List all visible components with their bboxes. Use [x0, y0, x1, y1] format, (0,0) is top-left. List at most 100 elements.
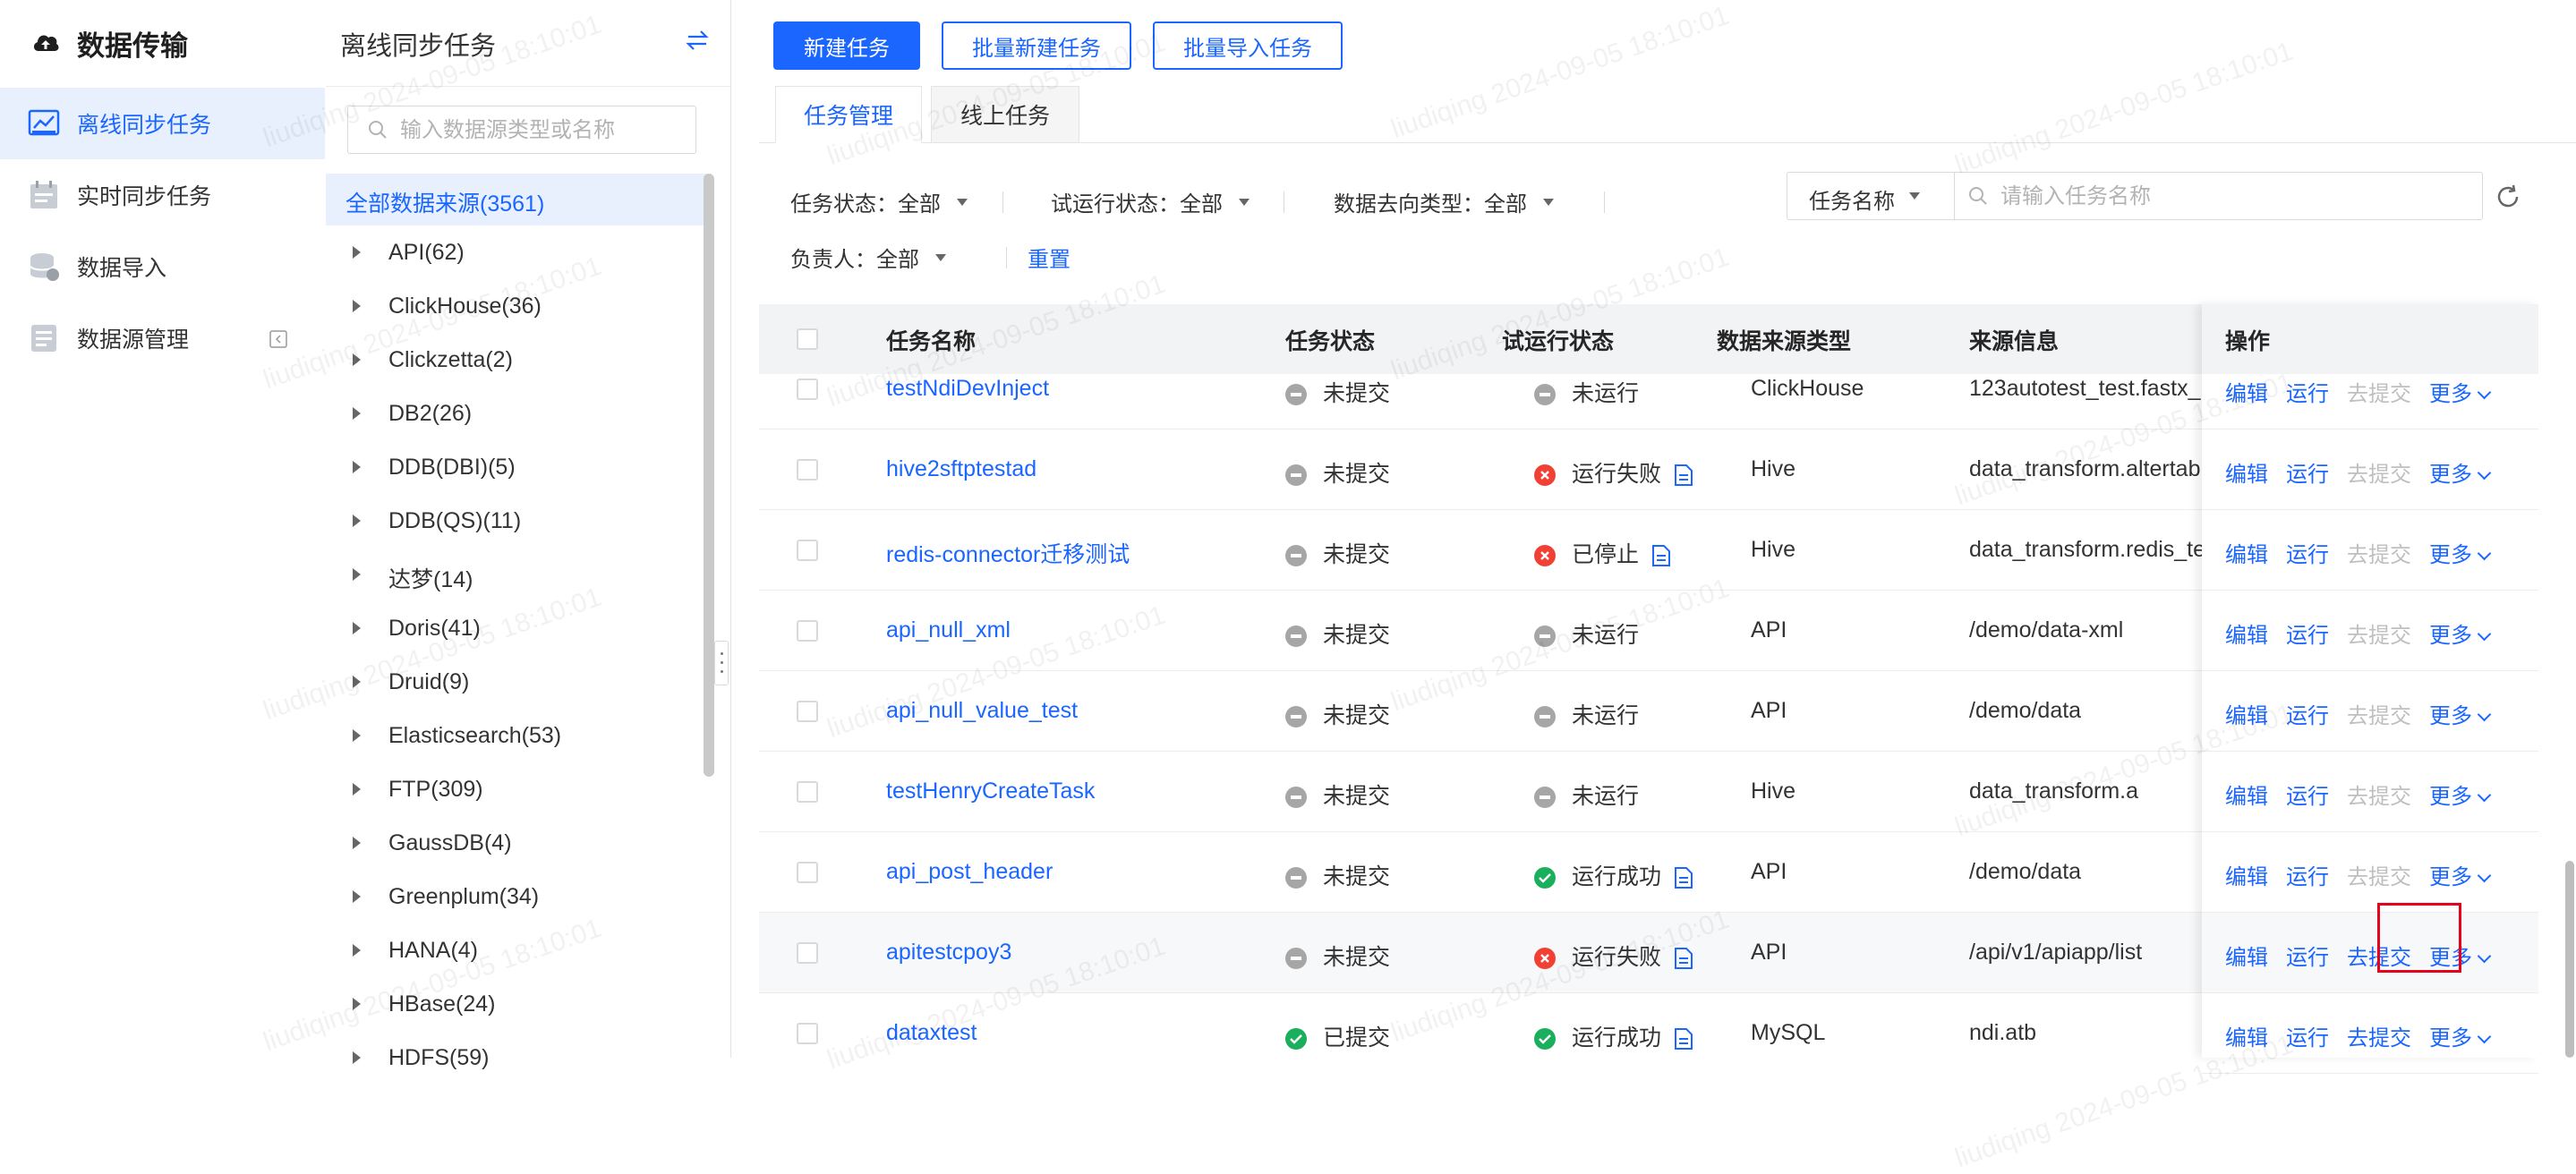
log-file-icon[interactable] — [1674, 464, 1693, 487]
search-type-select[interactable]: 任务名称 — [1787, 173, 1955, 219]
caret-right-icon[interactable] — [353, 622, 361, 634]
run-button[interactable]: 运行 — [2286, 537, 2329, 568]
row-checkbox[interactable] — [797, 862, 818, 883]
task-status-filter[interactable]: 任务状态：全部 — [790, 186, 968, 217]
caret-right-icon[interactable] — [353, 300, 361, 312]
row-checkbox[interactable] — [797, 701, 818, 722]
tree-node[interactable]: DB2(26) — [326, 388, 702, 442]
log-file-icon[interactable] — [1674, 947, 1693, 970]
run-button[interactable]: 运行 — [2286, 1020, 2329, 1051]
row-checkbox[interactable] — [797, 1023, 818, 1044]
collapse-sidebar-icon[interactable] — [269, 329, 288, 349]
row-checkbox[interactable] — [797, 781, 818, 803]
tree-node[interactable]: 达梦(14) — [326, 549, 702, 603]
task-name-link[interactable]: dataxtest — [886, 1020, 977, 1046]
caret-right-icon[interactable] — [353, 568, 361, 581]
caret-right-icon[interactable] — [353, 1051, 361, 1064]
owner-filter[interactable]: 负责人：全部 — [790, 242, 946, 273]
reset-filter-link[interactable]: 重置 — [1028, 242, 1070, 273]
tree-scrollbar[interactable] — [704, 174, 714, 777]
caret-right-icon[interactable] — [353, 407, 361, 420]
run-button[interactable]: 运行 — [2286, 940, 2329, 971]
task-name-link[interactable]: api_null_xml — [886, 617, 1011, 643]
edit-button[interactable]: 编辑 — [2225, 617, 2268, 649]
batch-new-task-button[interactable]: 批量新建任务 — [942, 21, 1131, 70]
row-checkbox[interactable] — [797, 540, 818, 561]
tree-node[interactable]: DDB(QS)(11) — [326, 496, 702, 549]
tree-node[interactable]: Clickzetta(2) — [326, 335, 702, 388]
more-dropdown[interactable]: 更多 — [2429, 456, 2492, 488]
edit-button[interactable]: 编辑 — [2225, 537, 2268, 568]
log-file-icon[interactable] — [1674, 866, 1693, 889]
submit-button[interactable]: 去提交 — [2347, 698, 2411, 729]
log-file-icon[interactable] — [1651, 544, 1671, 567]
datasource-search-input[interactable] — [398, 106, 688, 155]
tree-node[interactable]: API(62) — [326, 227, 702, 281]
caret-right-icon[interactable] — [353, 676, 361, 688]
refresh-icon[interactable] — [2494, 183, 2522, 211]
caret-right-icon[interactable] — [353, 515, 361, 527]
edit-button[interactable]: 编辑 — [2225, 1020, 2268, 1051]
tree-node[interactable]: HANA(4) — [326, 925, 702, 979]
task-name-link[interactable]: redis-connector迁移测试 — [886, 537, 1130, 569]
caret-right-icon[interactable] — [353, 353, 361, 366]
batch-import-task-button[interactable]: 批量导入任务 — [1153, 21, 1343, 70]
tree-node[interactable]: ClickHouse(36) — [326, 281, 702, 335]
caret-right-icon[interactable] — [353, 890, 361, 903]
tree-item-all[interactable]: 全部数据来源(3561) — [326, 174, 709, 225]
run-button[interactable]: 运行 — [2286, 698, 2329, 729]
submit-button[interactable]: 去提交 — [2347, 778, 2411, 810]
task-name-link[interactable]: apitestcpoy3 — [886, 940, 1011, 966]
row-checkbox[interactable] — [797, 942, 818, 964]
more-dropdown[interactable]: 更多 — [2429, 859, 2492, 890]
caret-right-icon[interactable] — [353, 783, 361, 795]
tree-node[interactable]: HDFS(59) — [326, 1033, 702, 1086]
log-file-icon[interactable] — [1674, 1027, 1693, 1051]
row-checkbox[interactable] — [797, 379, 818, 400]
edit-button[interactable]: 编辑 — [2225, 376, 2268, 407]
edit-button[interactable]: 编辑 — [2225, 698, 2268, 729]
swap-icon[interactable] — [684, 27, 711, 54]
dest-type-filter[interactable]: 数据去向类型：全部 — [1334, 186, 1554, 217]
panel-resize-handle[interactable] — [714, 641, 729, 685]
caret-right-icon[interactable] — [353, 729, 361, 742]
tree-node[interactable]: DDB(DBI)(5) — [326, 442, 702, 496]
run-button[interactable]: 运行 — [2286, 376, 2329, 407]
submit-button[interactable]: 去提交 — [2347, 376, 2411, 407]
tree-node[interactable]: HBase(24) — [326, 979, 702, 1033]
caret-right-icon[interactable] — [353, 246, 361, 259]
task-name-link[interactable]: api_null_value_test — [886, 698, 1078, 724]
tree-node[interactable]: GaussDB(4) — [326, 818, 702, 872]
task-name-link[interactable]: api_post_header — [886, 859, 1053, 885]
caret-right-icon[interactable] — [353, 944, 361, 957]
run-button[interactable]: 运行 — [2286, 617, 2329, 649]
row-checkbox[interactable] — [797, 620, 818, 642]
run-button[interactable]: 运行 — [2286, 859, 2329, 890]
tree-node[interactable]: Greenplum(34) — [326, 872, 702, 925]
new-task-button[interactable]: 新建任务 — [773, 21, 920, 70]
row-checkbox[interactable] — [797, 459, 818, 481]
run-button[interactable]: 运行 — [2286, 456, 2329, 488]
task-name-link[interactable]: testHenryCreateTask — [886, 778, 1095, 804]
edit-button[interactable]: 编辑 — [2225, 456, 2268, 488]
nav-item-offline-sync[interactable]: 离线同步任务 — [0, 88, 325, 159]
submit-button[interactable]: 去提交 — [2347, 1020, 2411, 1051]
tree-node[interactable]: FTP(309) — [326, 764, 702, 818]
caret-right-icon[interactable] — [353, 998, 361, 1010]
more-dropdown[interactable]: 更多 — [2429, 1020, 2492, 1051]
edit-button[interactable]: 编辑 — [2225, 859, 2268, 890]
more-dropdown[interactable]: 更多 — [2429, 376, 2492, 407]
submit-button[interactable]: 去提交 — [2347, 859, 2411, 890]
task-name-link[interactable]: hive2sftptestad — [886, 456, 1036, 482]
more-dropdown[interactable]: 更多 — [2429, 778, 2492, 810]
nav-item-data-import[interactable]: 数据导入 — [0, 231, 325, 302]
edit-button[interactable]: 编辑 — [2225, 940, 2268, 971]
datasource-search[interactable] — [347, 106, 696, 155]
trial-status-filter[interactable]: 试运行状态：全部 — [1051, 186, 1250, 217]
tree-node[interactable]: Druid(9) — [326, 657, 702, 710]
nav-item-realtime-sync[interactable]: 实时同步任务 — [0, 159, 325, 231]
main-scrollbar[interactable] — [2565, 861, 2574, 1058]
tree-node[interactable]: Doris(41) — [326, 603, 702, 657]
task-search-input[interactable] — [1999, 173, 2468, 221]
tree-node[interactable]: Elasticsearch(53) — [326, 710, 702, 764]
